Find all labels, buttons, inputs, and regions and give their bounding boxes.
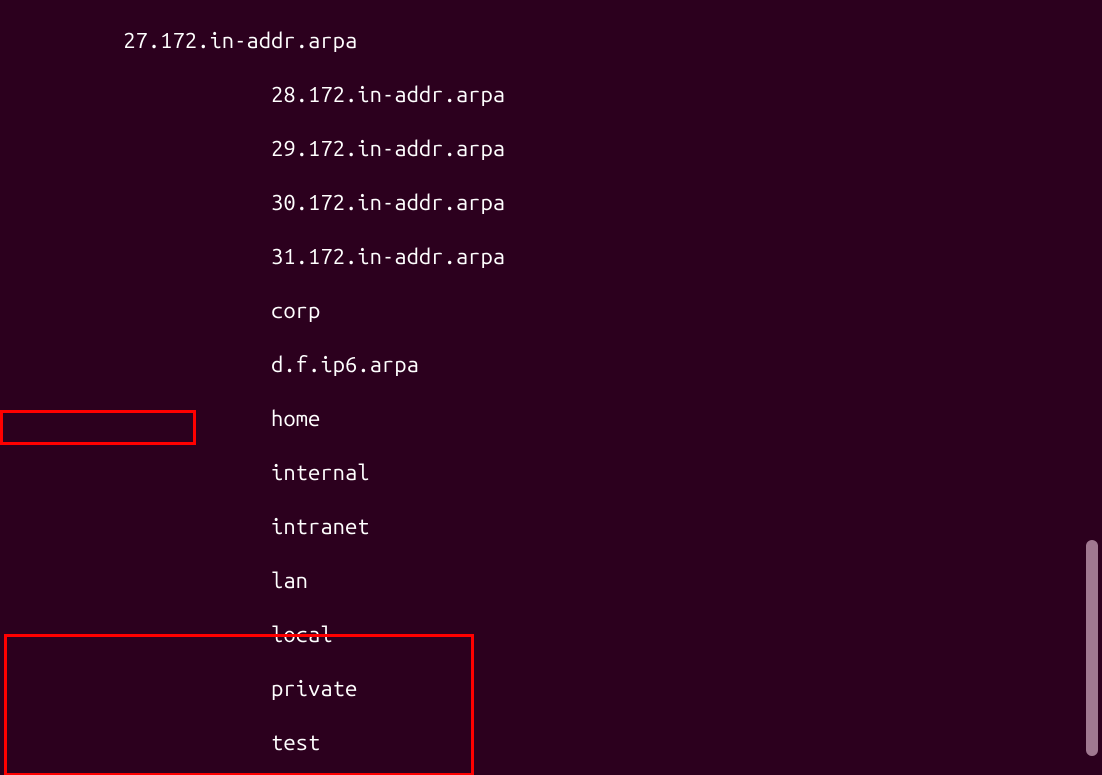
terminal-output[interactable]: 27.172.in-addr.arpa 28.172.in-addr.arpa … xyxy=(0,0,1102,775)
domain-entry: intranet xyxy=(0,513,1102,540)
domain-entry: test xyxy=(0,729,1102,756)
domain-entry: 31.172.in-addr.arpa xyxy=(0,243,1102,270)
domain-entry: local xyxy=(0,621,1102,648)
domain-entry: lan xyxy=(0,567,1102,594)
domain-entry: internal xyxy=(0,459,1102,486)
domain-entry: corp xyxy=(0,297,1102,324)
domain-entry: 30.172.in-addr.arpa xyxy=(0,189,1102,216)
domain-entry: 29.172.in-addr.arpa xyxy=(0,135,1102,162)
domain-entry: d.f.ip6.arpa xyxy=(0,351,1102,378)
domain-entry: private xyxy=(0,675,1102,702)
domain-entry: 28.172.in-addr.arpa xyxy=(0,81,1102,108)
domain-entry: home xyxy=(0,405,1102,432)
cutoff-line: 27.172.in-addr.arpa xyxy=(0,27,1102,54)
scrollbar-thumb[interactable] xyxy=(1086,540,1098,756)
